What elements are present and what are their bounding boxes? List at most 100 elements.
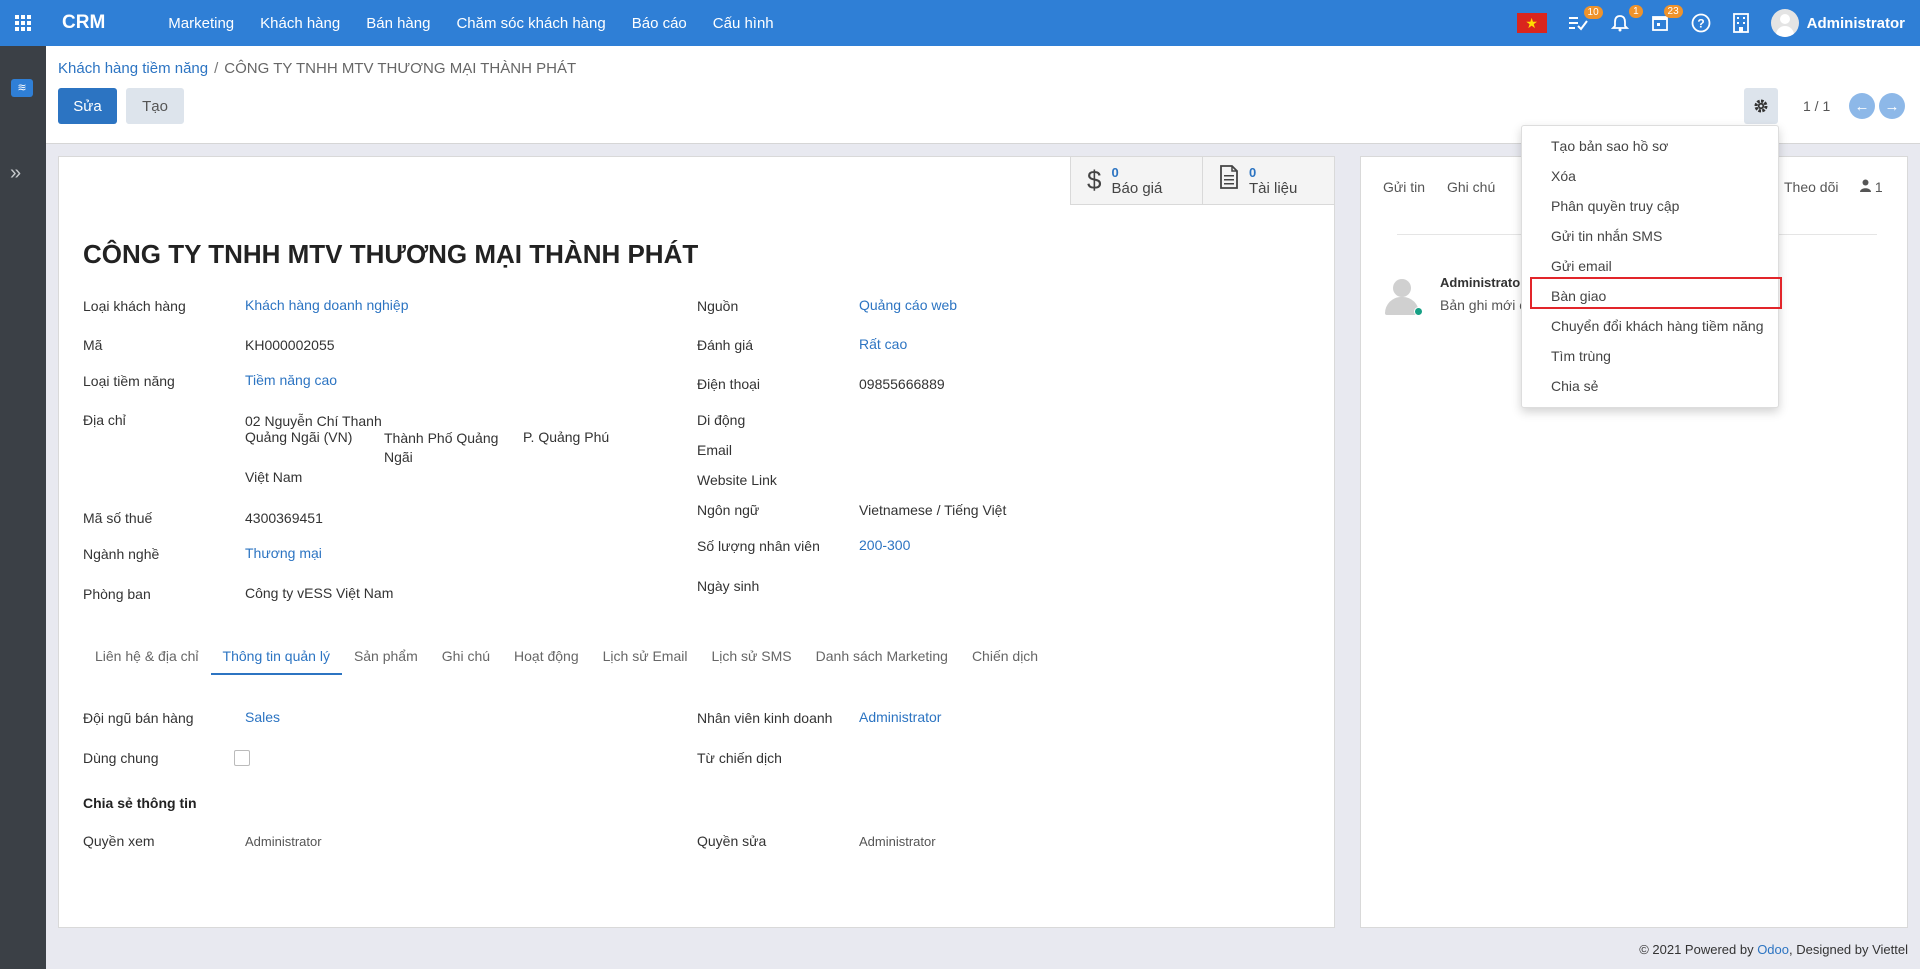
- form-sheet: $ 0 Báo giá 0 Tài liệu CÔNG TY TNHH MTV TH…: [58, 156, 1335, 928]
- documents-label: Tài liệu: [1249, 179, 1298, 197]
- tax-code-label: Mã số thuế: [83, 510, 153, 526]
- edit-rights-label: Quyền sửa: [697, 833, 767, 849]
- shared-label: Dùng chung: [83, 750, 159, 766]
- address-ward: P. Quảng Phú: [523, 429, 610, 445]
- tab-notes[interactable]: Ghi chú: [430, 639, 502, 675]
- menu-configuration[interactable]: Cấu hình: [700, 15, 787, 32]
- address-state: Quảng Ngãi (VN): [245, 429, 353, 445]
- documents-smart-button[interactable]: 0 Tài liệu: [1202, 157, 1334, 205]
- salesperson-label: Nhân viên kinh doanh: [697, 710, 833, 726]
- breadcrumb-current: CÔNG TY TNHH MTV THƯƠNG MẠI THÀNH PHÁT: [224, 60, 577, 77]
- menu-item-share[interactable]: Chia sẻ: [1551, 378, 1598, 394]
- quotations-smart-button[interactable]: $ 0 Báo giá: [1070, 157, 1202, 205]
- bell-icon[interactable]: 1: [1610, 5, 1643, 32]
- message-body: Bản ghi mới c: [1440, 297, 1527, 313]
- company-building-icon[interactable]: [1732, 13, 1749, 33]
- send-message-button[interactable]: Gửi tin: [1383, 179, 1425, 195]
- phone-label: Điện thoại: [697, 376, 761, 392]
- sales-team-label: Đội ngũ bán hàng: [83, 710, 194, 726]
- svg-text:?: ?: [1697, 17, 1704, 31]
- footer: © 2021 Powered by Odoo, Designed by Viet…: [1639, 942, 1908, 957]
- gear-icon[interactable]: [1744, 88, 1778, 124]
- tab-contacts-addresses[interactable]: Liên hệ & địa chỉ: [83, 639, 211, 675]
- user-icon: [1860, 179, 1871, 192]
- address-city: Thành Phố Quảng Ngãi: [384, 430, 499, 465]
- customer-type-label: Loại khách hàng: [83, 298, 186, 314]
- breadcrumb: Khách hàng tiềm năng / CÔNG TY TNHH MTV TH…: [58, 60, 576, 77]
- followers-button[interactable]: 1: [1860, 179, 1883, 195]
- next-arrow-icon[interactable]: →: [1879, 93, 1905, 119]
- menu-customer-care[interactable]: Chăm sóc khách hàng: [443, 15, 618, 32]
- employees-value[interactable]: 200-300: [859, 537, 910, 553]
- follow-button[interactable]: Theo dõi: [1784, 179, 1838, 195]
- app-logo-icon[interactable]: ≋: [11, 79, 33, 97]
- pager-value: 1 / 1: [1803, 98, 1831, 114]
- footer-odoo-link[interactable]: Odoo: [1757, 942, 1789, 957]
- menu-reports[interactable]: Báo cáo: [619, 15, 700, 32]
- tab-sms-history[interactable]: Lịch sử SMS: [699, 639, 803, 675]
- menu-item-duplicate[interactable]: Tạo bản sao hồ sơ: [1551, 138, 1668, 154]
- salesperson-value[interactable]: Administrator: [859, 709, 941, 725]
- edit-rights-value: Administrator: [859, 834, 936, 849]
- apps-menu-icon[interactable]: [0, 0, 46, 46]
- menu-item-find-duplicates[interactable]: Tìm trùng: [1551, 348, 1611, 364]
- menu-item-send-email[interactable]: Gửi email: [1551, 258, 1612, 274]
- employees-label: Số lượng nhân viên: [697, 538, 820, 554]
- vietnam-flag-icon[interactable]: ★: [1516, 13, 1547, 33]
- menu-item-access-rights[interactable]: Phân quyền truy cập: [1551, 198, 1679, 214]
- expand-sidebar-icon[interactable]: »: [10, 162, 21, 185]
- department-value: Công ty vESS Việt Nam: [245, 585, 394, 601]
- menu-item-handover[interactable]: Bàn giao: [1551, 288, 1606, 304]
- address-label: Địa chỉ: [83, 412, 126, 428]
- calendar-badge: 23: [1663, 5, 1683, 18]
- menu-sales[interactable]: Bán hàng: [353, 15, 443, 32]
- help-icon[interactable]: ?: [1691, 13, 1711, 33]
- log-note-button[interactable]: Ghi chú: [1447, 179, 1495, 195]
- footer-prefix: © 2021 Powered by: [1639, 942, 1758, 957]
- message-avatar: [1383, 277, 1423, 316]
- industry-value[interactable]: Thương mại: [245, 545, 322, 561]
- calendar-icon[interactable]: 23: [1651, 5, 1683, 32]
- user-menu[interactable]: Administrator: [1770, 9, 1905, 37]
- code-value: KH000002055: [245, 337, 335, 353]
- address-country: Việt Nam: [245, 469, 303, 485]
- menu-item-convert-lead[interactable]: Chuyển đổi khách hàng tiềm năng: [1551, 318, 1763, 334]
- tab-products[interactable]: Sản phẩm: [342, 639, 430, 675]
- menu-item-delete[interactable]: Xóa: [1551, 168, 1576, 184]
- view-rights-label: Quyền xem: [83, 833, 155, 849]
- menu-customers[interactable]: Khách hàng: [247, 15, 353, 32]
- previous-arrow-icon[interactable]: ←: [1849, 93, 1875, 119]
- shared-checkbox[interactable]: [234, 750, 250, 766]
- phone-value: 09855666889: [859, 376, 945, 392]
- tab-email-history[interactable]: Lịch sử Email: [591, 639, 700, 675]
- customer-type-value[interactable]: Khách hàng doanh nghiệp: [245, 297, 408, 313]
- edit-button[interactable]: Sửa: [58, 88, 117, 124]
- tab-marketing-list[interactable]: Danh sách Marketing: [804, 639, 960, 675]
- source-value[interactable]: Quảng cáo web: [859, 297, 957, 313]
- campaign-label: Từ chiến dịch: [697, 750, 782, 766]
- documents-count: 0: [1249, 164, 1257, 180]
- potential-type-value[interactable]: Tiềm năng cao: [245, 372, 337, 388]
- quotations-label: Báo giá: [1111, 179, 1163, 197]
- top-menu: Marketing Khách hàng Bán hàng Chăm sóc k…: [155, 15, 786, 32]
- rating-value[interactable]: Rất cao: [859, 336, 907, 352]
- breadcrumb-parent-link[interactable]: Khách hàng tiềm năng: [58, 60, 208, 77]
- notifications-badge: 1: [1629, 5, 1643, 18]
- tab-management-info[interactable]: Thông tin quản lý: [210, 639, 342, 675]
- create-button[interactable]: Tạo: [126, 88, 184, 124]
- view-rights-value: Administrator: [245, 834, 322, 849]
- tab-campaigns[interactable]: Chiến dịch: [960, 639, 1050, 675]
- source-label: Nguồn: [697, 298, 739, 314]
- top-navbar: CRM Marketing Khách hàng Bán hàng Chăm s…: [0, 0, 1920, 46]
- menu-item-send-sms[interactable]: Gửi tin nhắn SMS: [1551, 228, 1662, 244]
- activities-icon[interactable]: 10: [1568, 6, 1603, 31]
- followers-count: 1: [1874, 179, 1883, 195]
- tab-activities[interactable]: Hoạt động: [502, 639, 591, 675]
- app-brand[interactable]: CRM: [62, 12, 105, 34]
- dollar-icon: $: [1087, 165, 1102, 195]
- sales-team-value[interactable]: Sales: [245, 709, 280, 725]
- birthday-label: Ngày sinh: [697, 578, 760, 594]
- menu-marketing[interactable]: Marketing: [155, 15, 247, 32]
- quotations-count: 0: [1111, 164, 1119, 180]
- language-label: Ngôn ngữ: [697, 502, 760, 518]
